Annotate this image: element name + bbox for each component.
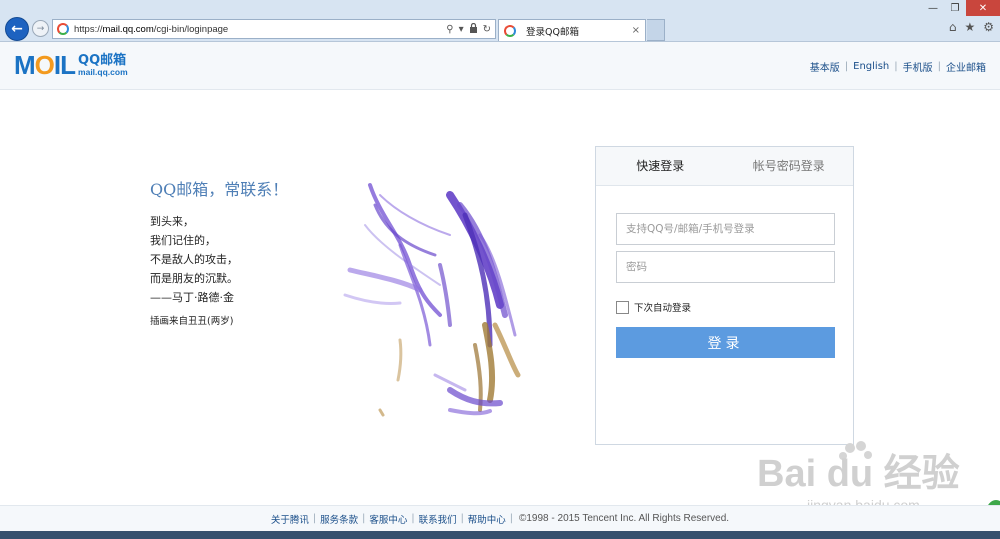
restore-button[interactable]: ❐ [944, 0, 966, 16]
lock-icon[interactable] [469, 22, 478, 36]
auto-login-label: 下次自动登录 [634, 303, 692, 314]
header-link-mobile[interactable]: 手机版 [903, 59, 933, 74]
footer-link-contact[interactable]: 联系我们 [419, 512, 457, 526]
poem-author: ——马丁·路德·金 [150, 291, 234, 304]
refresh-icon[interactable]: ↻ [483, 24, 491, 35]
back-button[interactable]: ← [5, 17, 29, 41]
login-button[interactable]: 登录 [616, 327, 835, 358]
copyright-text: ©1998 - 2015 Tencent Inc. All Rights Res… [519, 513, 730, 524]
logo-mail-wordmark: MOIL [14, 50, 76, 80]
logo-text: QQ邮箱 mail.qq.com [78, 54, 128, 77]
logo-letter-l: L [60, 50, 76, 80]
separator: | [937, 61, 941, 72]
forward-arrow-icon: → [36, 23, 45, 34]
separator: | [460, 513, 464, 524]
footer-link-help[interactable]: 帮助中心 [468, 512, 506, 526]
tab-title: 登录QQ邮箱 [526, 26, 579, 38]
browser-tab-active[interactable]: 登录QQ邮箱 × [498, 19, 646, 41]
poem-line: 到头来， [150, 215, 194, 228]
child-drawing-illustration [343, 183, 521, 417]
close-window-button[interactable]: ✕ [966, 0, 1000, 16]
window-controls: — ❐ ✕ [922, 0, 1000, 16]
separator: | [362, 513, 366, 524]
search-icon[interactable]: ⚲ [446, 24, 453, 35]
header-link-enterprise[interactable]: 企业邮箱 [946, 59, 986, 74]
favorites-star-icon[interactable]: ★ [964, 20, 975, 34]
footer-link-support[interactable]: 客服中心 [369, 512, 407, 526]
auto-login-checkbox[interactable] [616, 300, 629, 314]
tab-quick-login[interactable]: 快速登录 [596, 147, 725, 185]
qq-mail-logo[interactable]: MOIL QQ邮箱 mail.qq.com [14, 52, 128, 78]
watermark-brand: Bai du 经验 [757, 453, 960, 495]
address-bar[interactable]: https://mail.qq.com/cgi-bin/loginpage ⚲ … [52, 19, 496, 39]
footer-link-about[interactable]: 关于腾讯 [271, 512, 309, 526]
separator: | [844, 61, 849, 72]
auto-login-option[interactable]: 下次自动登录 [616, 300, 691, 314]
url-host: mail.qq.com [102, 23, 154, 35]
footer-link-terms[interactable]: 服务条款 [320, 512, 358, 526]
page-footer: 关于腾讯 | 服务条款 | 客服中心 | 联系我们 | 帮助中心 | ©1998… [0, 505, 1000, 531]
illustration-credit: 插画来自丑丑(两岁) [150, 316, 234, 327]
back-arrow-icon: ← [11, 21, 23, 37]
browser-toolbar-right: ⌂ ★ ⚙ [949, 20, 994, 34]
header-link-english[interactable]: English [853, 61, 889, 72]
tab-password-login[interactable]: 帐号密码登录 [725, 147, 854, 185]
password-field[interactable] [616, 251, 835, 283]
header-links: 基本版 | English | 手机版 | 企业邮箱 [810, 59, 986, 74]
tab-favicon-icon [504, 24, 516, 37]
header-link-basic[interactable]: 基本版 [810, 59, 840, 74]
separator: | [509, 513, 513, 524]
logo-letter-o: O [34, 50, 55, 80]
browser-chrome: — ❐ ✕ ← → https://mail.qq.com/cgi-bin/lo… [0, 0, 1000, 42]
separator: | [312, 513, 317, 524]
forward-button[interactable]: → [32, 20, 49, 37]
username-field[interactable] [616, 213, 835, 245]
logo-domain: mail.qq.com [78, 66, 128, 77]
tab-close-icon[interactable]: × [632, 25, 640, 36]
logo-letter-m: M [14, 50, 36, 80]
username-input[interactable] [626, 214, 834, 244]
minimize-button[interactable]: — [922, 0, 944, 16]
page-header: MOIL QQ邮箱 mail.qq.com 基本版 | English | 手机… [0, 42, 1000, 90]
separator: | [894, 61, 898, 72]
poem-line: 不是敌人的攻击， [150, 253, 238, 266]
new-tab-button[interactable] [647, 19, 665, 41]
os-taskbar [0, 531, 1000, 539]
login-panel: 快速登录 帐号密码登录 下次自动登录 登录 [595, 146, 854, 445]
home-icon[interactable]: ⌂ [949, 20, 957, 34]
site-favicon-icon [57, 23, 69, 35]
url-path: /cgi-bin/loginpage [153, 23, 229, 35]
poem-line: 我们记住的， [150, 234, 216, 247]
poem-block: QQ邮箱，常联系！ 到头来， 我们记住的， 不是敌人的攻击， 而是朋友的沉默。 … [150, 176, 288, 327]
poem-line: 而是朋友的沉默。 [150, 272, 238, 285]
settings-gear-icon[interactable]: ⚙ [983, 20, 994, 34]
password-input[interactable] [626, 252, 834, 282]
address-url[interactable]: https://mail.qq.com/cgi-bin/loginpage [74, 24, 446, 35]
address-tools: ⚲ ▾ ↻ [446, 22, 491, 36]
poem-title: QQ邮箱，常联系！ [150, 180, 289, 199]
url-scheme: https:// [74, 23, 103, 35]
login-tabs: 快速登录 帐号密码登录 [596, 147, 853, 186]
dropdown-icon[interactable]: ▾ [459, 24, 464, 35]
separator: | [411, 513, 415, 524]
logo-cn: QQ邮箱 [78, 52, 127, 68]
